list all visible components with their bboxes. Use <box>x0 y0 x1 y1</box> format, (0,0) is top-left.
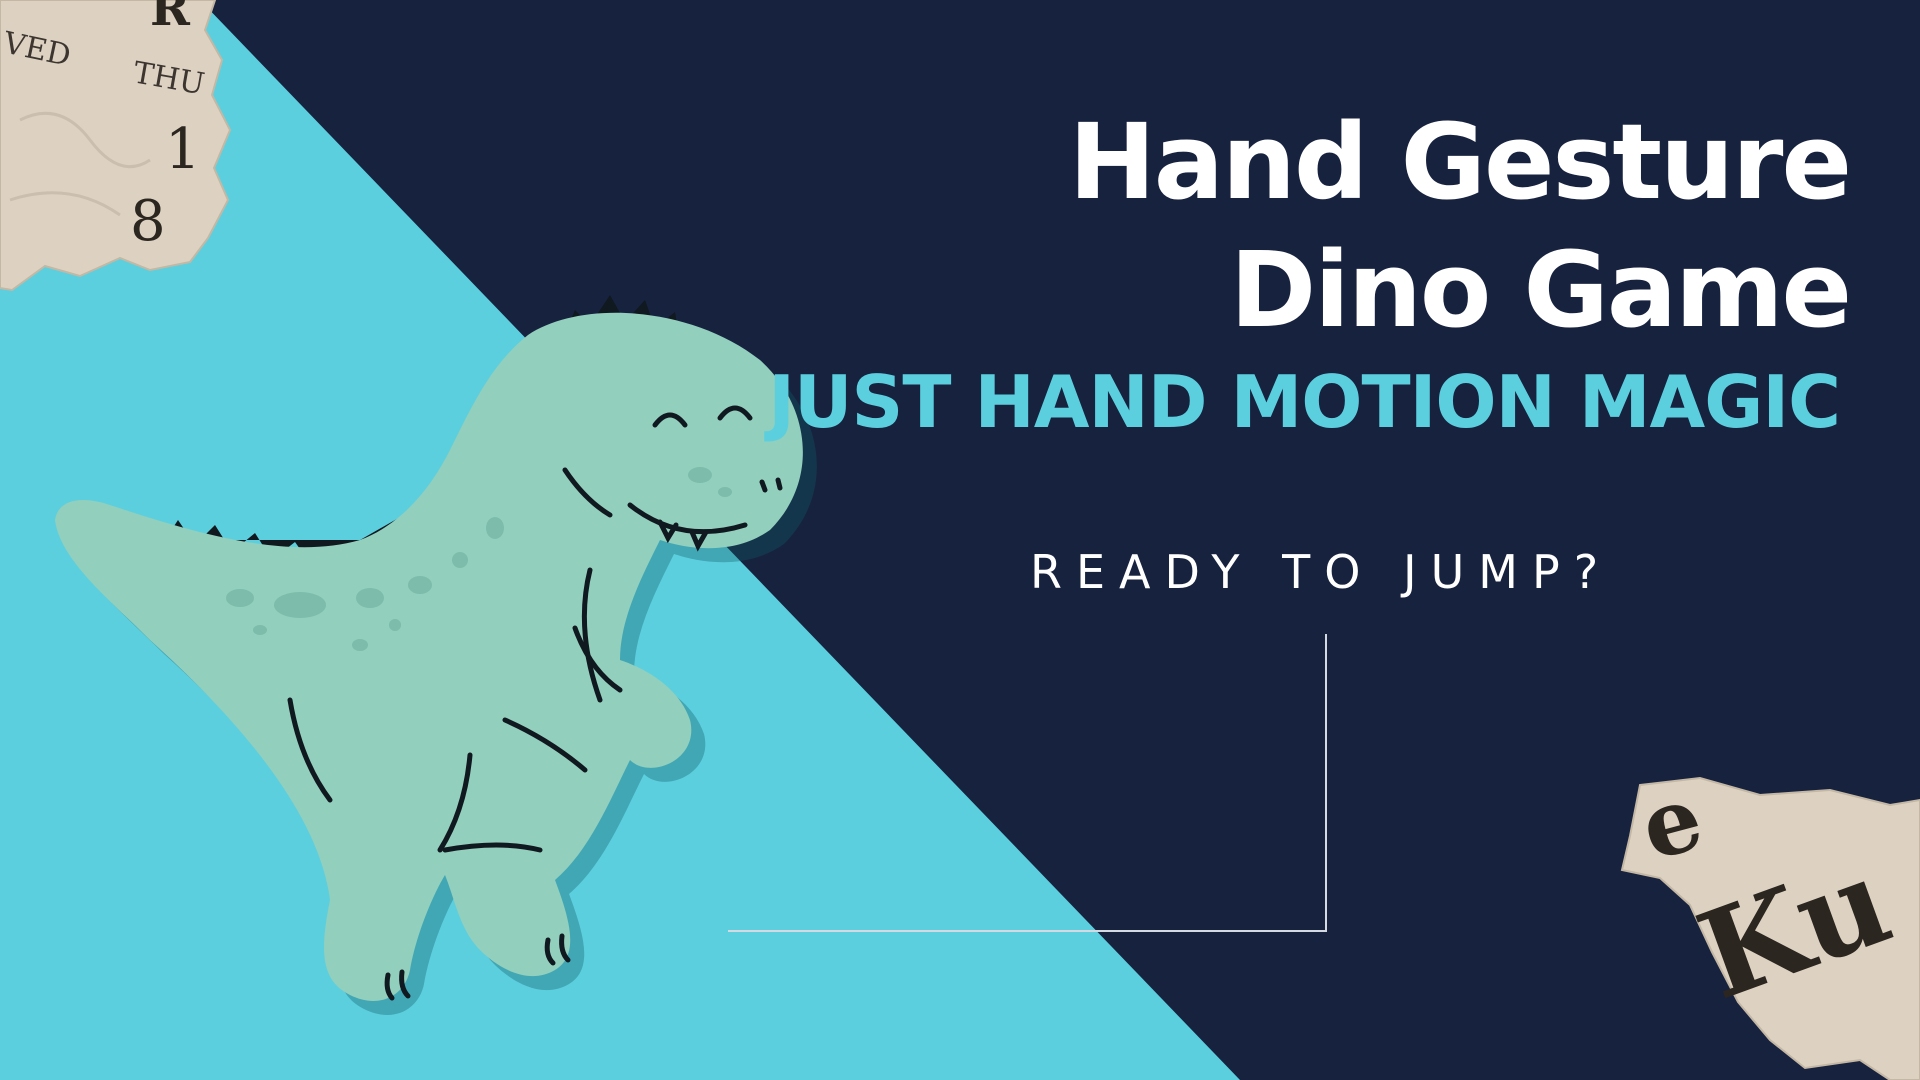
scrap-text-1: 1 <box>165 117 201 182</box>
call-to-action-text: READY TO JUMP? <box>1030 545 1613 599</box>
connector-line-horizontal <box>728 930 1327 932</box>
game-banner: VED R THU 1 8 e Ku Hand Gesture Dino Gam… <box>0 0 1920 1080</box>
game-title: Hand Gesture Dino Game <box>1068 98 1852 354</box>
newspaper-scrap-bottom-right: e Ku <box>1620 764 1920 1080</box>
newspaper-scrap-top-left: VED R THU 1 8 <box>0 0 232 292</box>
connector-line-vertical <box>1325 634 1327 932</box>
scrap-text-r: R <box>150 0 191 37</box>
game-tagline: JUST HAND MOTION MAGIC <box>768 360 1841 444</box>
title-line-2: Dino Game <box>1229 229 1852 351</box>
title-line-1: Hand Gesture <box>1068 101 1852 223</box>
scrap-text-8: 8 <box>130 189 166 254</box>
